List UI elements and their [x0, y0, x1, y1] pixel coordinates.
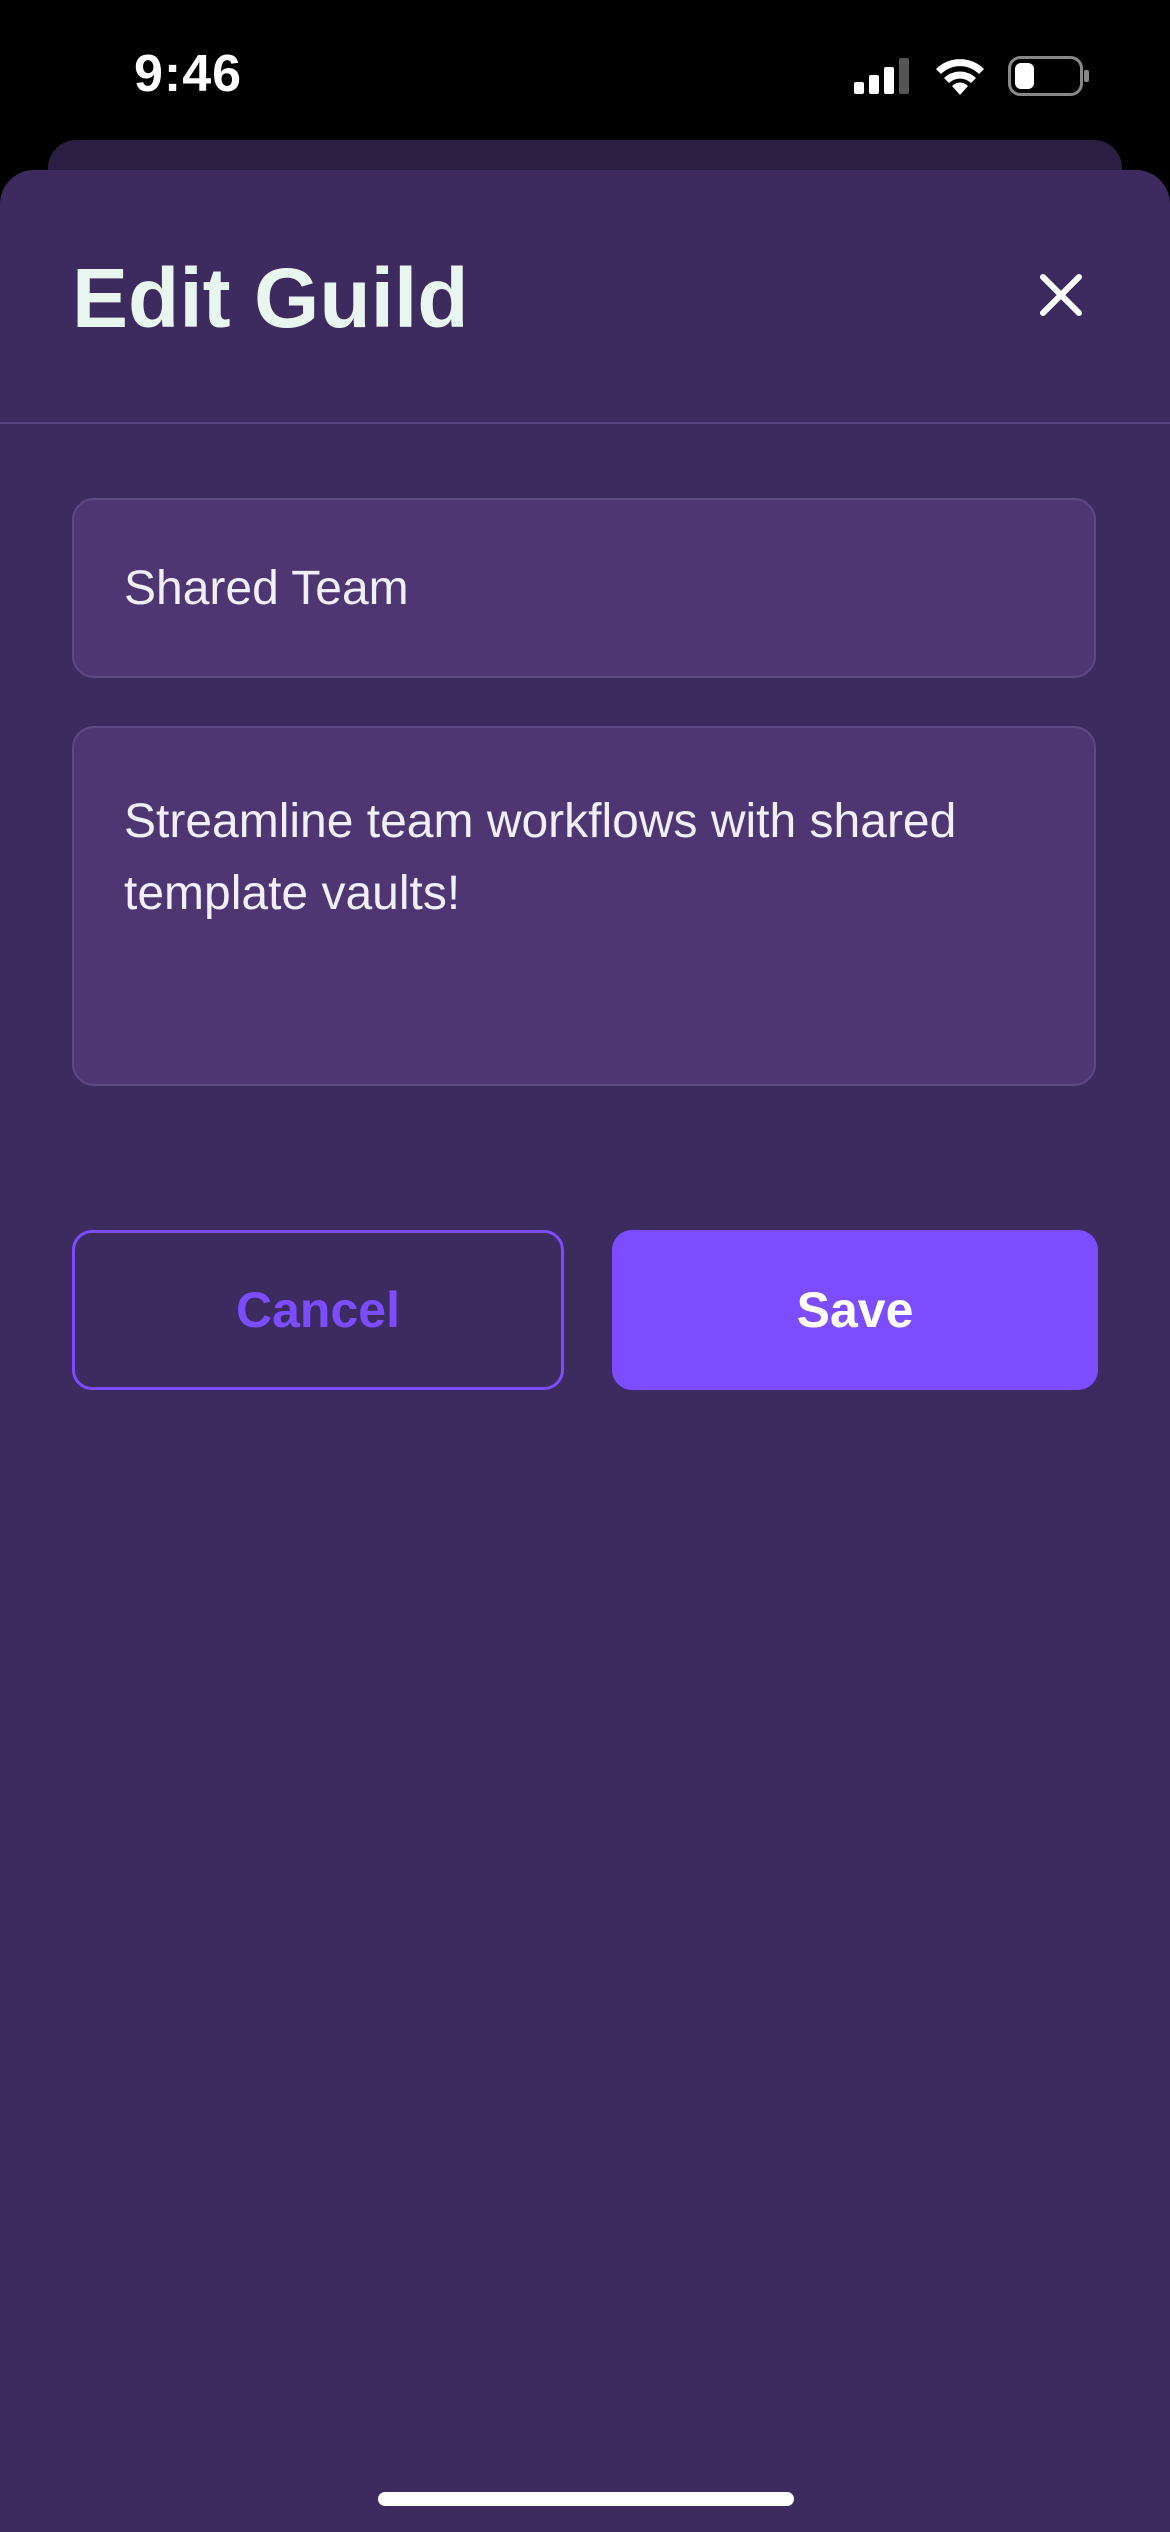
- guild-description-input[interactable]: Streamline team workflows with shared te…: [72, 726, 1096, 1086]
- status-bar: 9:46: [0, 0, 1170, 150]
- save-button-label: Save: [796, 1282, 914, 1338]
- edit-guild-sheet: Edit Guild Shared Team Streamline team w…: [0, 170, 1170, 2532]
- close-button[interactable]: [1026, 262, 1096, 332]
- sheet-title: Edit Guild: [72, 251, 469, 345]
- battery-icon: [1008, 55, 1090, 101]
- sheet-header: Edit Guild: [0, 170, 1170, 424]
- cancel-button[interactable]: Cancel: [72, 1230, 564, 1390]
- wifi-icon: [934, 57, 986, 100]
- guild-name-input[interactable]: Shared Team: [72, 498, 1096, 678]
- save-button[interactable]: Save: [612, 1230, 1098, 1390]
- guild-name-value: Shared Team: [124, 561, 409, 615]
- cancel-button-label: Cancel: [236, 1282, 400, 1338]
- home-indicator[interactable]: [378, 2492, 794, 2506]
- status-icons: [854, 54, 1090, 102]
- close-icon: [1039, 273, 1083, 322]
- guild-description-value: Streamline team workflows with shared te…: [124, 795, 957, 920]
- status-time: 9:46: [134, 45, 243, 103]
- cellular-signal-icon: [854, 57, 912, 99]
